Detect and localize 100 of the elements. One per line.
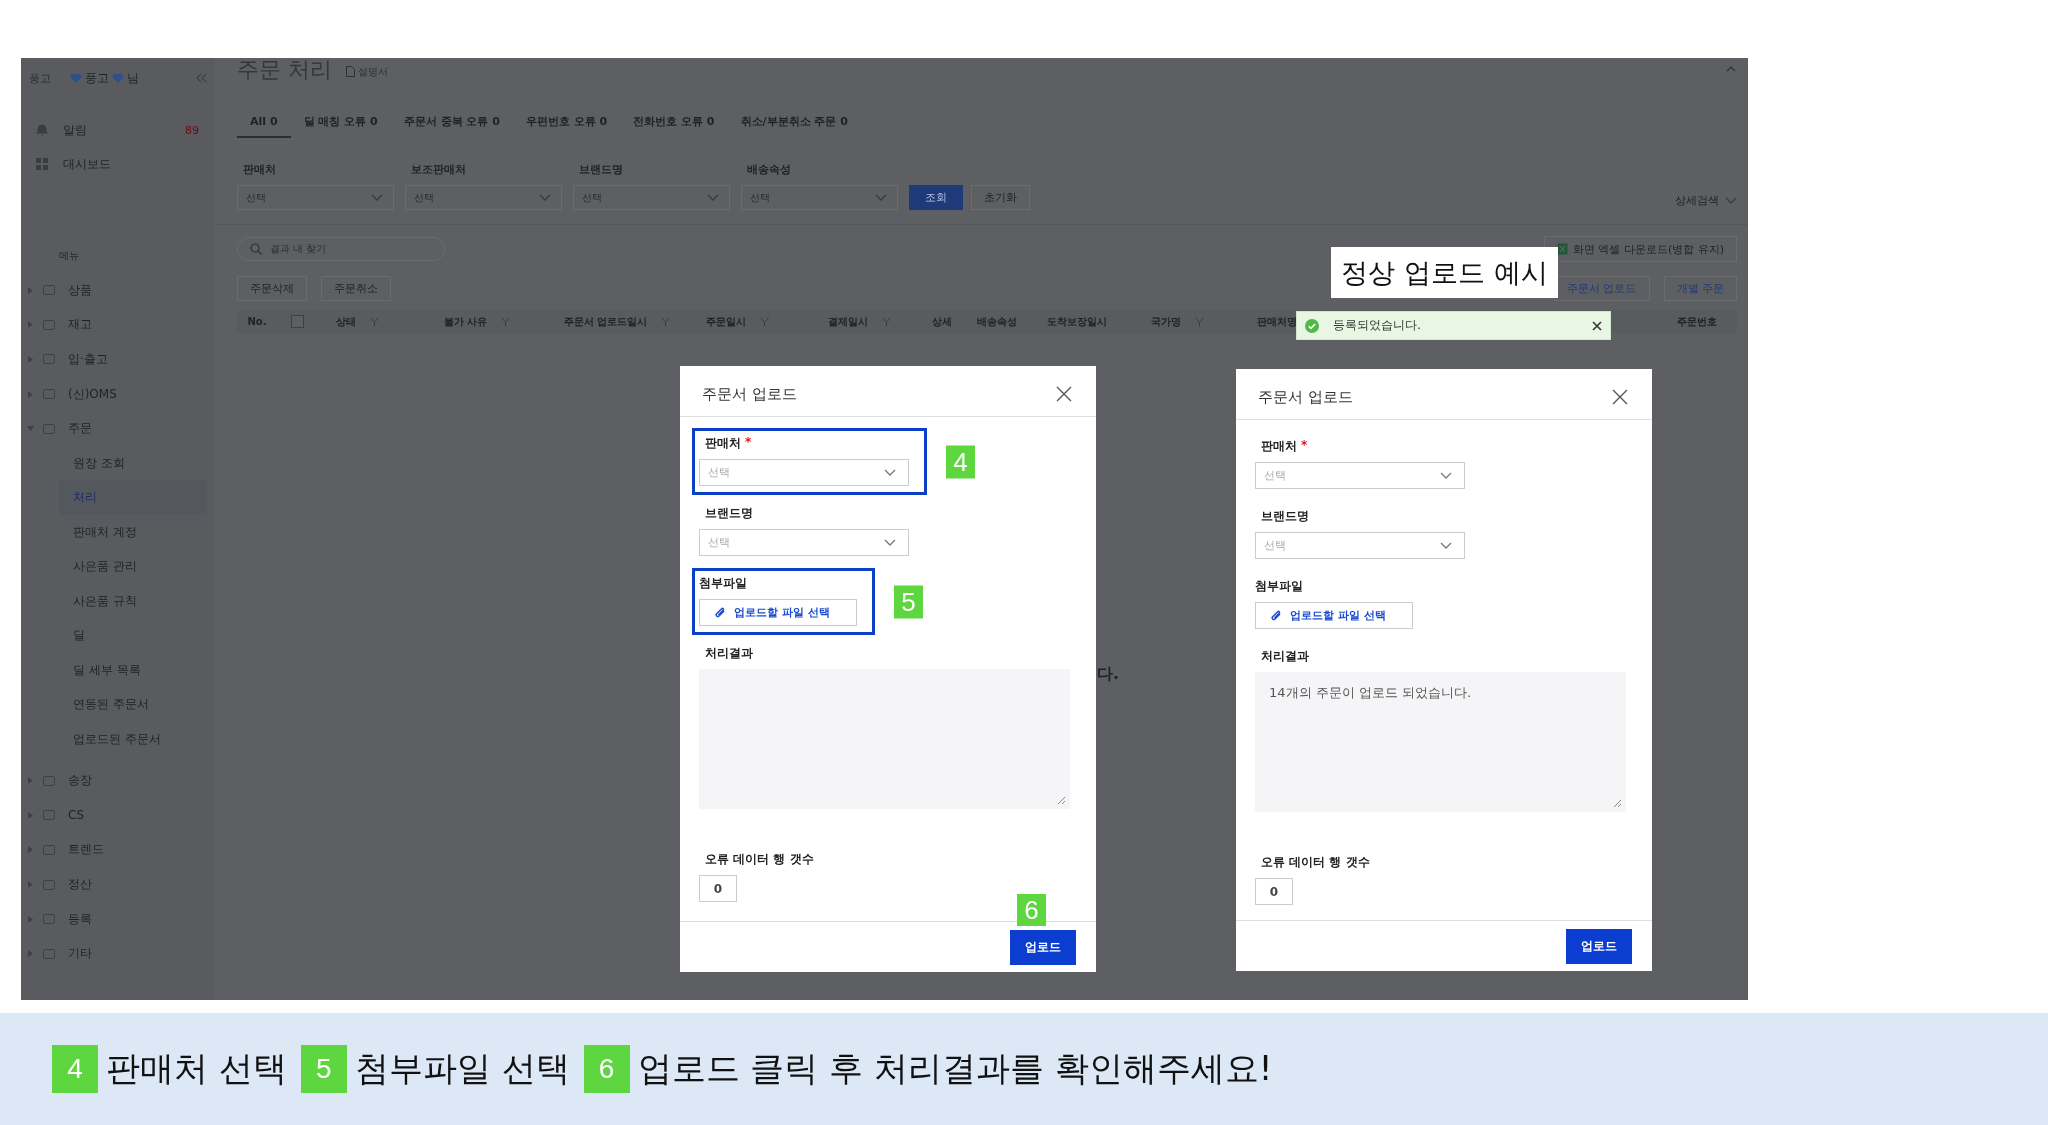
menu-item[interactable]: CS [21, 798, 215, 833]
square-icon [42, 946, 56, 961]
example-caption: 정상 업로드 예시 [1331, 247, 1558, 298]
grid-icon [35, 157, 49, 171]
tab[interactable]: All 0 [237, 108, 291, 138]
heart-icon [112, 72, 124, 84]
sidebar-item[interactable]: 알림 89 [21, 113, 215, 147]
select-field[interactable]: 선택 [699, 529, 909, 556]
select-field[interactable]: 선택 [1255, 462, 1465, 489]
file-select-button[interactable]: 업로드할 파일 선택 [1255, 602, 1413, 629]
required-mark: * [745, 435, 752, 451]
square-icon [42, 317, 56, 332]
menu-item[interactable]: 트렌드 [21, 832, 215, 868]
chevron-down-icon [1440, 471, 1452, 480]
select-field[interactable]: 선택 [1255, 532, 1465, 559]
field-label: 처리결과 [705, 645, 753, 662]
tab[interactable]: 딜 매칭 오류 0 [290, 108, 391, 138]
menu-item[interactable]: (신)OMS [21, 376, 215, 412]
tab[interactable]: 주문서 중복 오류 0 [390, 108, 513, 138]
dialog-title: 주문서 업로드 [1258, 387, 1353, 407]
search-icon [250, 243, 262, 255]
column-header: 상태 [335, 314, 356, 329]
resize-handle-icon [1057, 796, 1066, 805]
column-header: 상세 [932, 314, 952, 329]
column-header: No. [247, 316, 267, 327]
menu-item[interactable]: 송장 [21, 763, 215, 799]
caret-right-icon [27, 846, 34, 854]
square-icon [42, 877, 56, 892]
user-name: 풍고 [85, 69, 109, 87]
result-text-area[interactable] [699, 669, 1070, 809]
caret-right-icon [27, 881, 34, 889]
step-badge: 4 [52, 1045, 98, 1093]
tab[interactable]: 취소/부분취소 주문 0 [727, 108, 861, 138]
tab[interactable]: 우편번호 오류 0 [512, 108, 621, 138]
instruction-text: 업로드 클릭 후 처리결과를 확인해주세요! [637, 1047, 1273, 1090]
field-label: 판매처 [1261, 438, 1297, 455]
action-button[interactable]: 주문취소 [321, 276, 391, 301]
step-badge: 4 [946, 445, 975, 478]
action-button[interactable]: 주문삭제 [237, 276, 307, 301]
chevron-down-icon [371, 193, 383, 202]
submenu-item[interactable]: 사은품 관리 [59, 549, 206, 584]
caret-right-icon [27, 915, 34, 923]
column-header: 불가 사유 [443, 314, 488, 329]
toast-message: 등록되었습니다. [1333, 317, 1421, 334]
chevron-down-icon [884, 538, 896, 547]
field-label: 브랜드명 [705, 505, 753, 522]
square-icon [42, 912, 56, 927]
menu-item[interactable]: 등록 [21, 901, 215, 937]
close-icon [1612, 389, 1628, 405]
field-label: 오류 데이터 행 갯수 [705, 851, 814, 868]
upload-button[interactable]: 업로드 [1566, 928, 1632, 964]
field-label: 첨부파일 [699, 575, 747, 592]
resize-handle-icon [1613, 799, 1622, 808]
column-header: 주문일시 [705, 314, 746, 329]
submenu-item[interactable]: 사은품 규칙 [59, 583, 206, 619]
chevron-down-icon [707, 193, 719, 202]
caret-right-icon [27, 286, 34, 294]
field-label: 오류 데이터 행 갯수 [1261, 854, 1370, 871]
caret-right-icon [27, 390, 34, 398]
square-icon [42, 773, 56, 788]
search-button[interactable]: 조회 [909, 185, 963, 210]
chevron-down-icon [539, 193, 551, 202]
document-icon [346, 66, 355, 77]
column-header: 국가명 [1150, 314, 1181, 329]
collapse-icon [195, 73, 207, 83]
number-field[interactable]: 0 [1255, 878, 1293, 905]
caret-down-icon [27, 425, 34, 433]
file-select-button[interactable]: 업로드할 파일 선택 [699, 599, 857, 626]
tab[interactable]: 전화번호 오류 0 [620, 108, 728, 138]
check-circle-icon [1305, 318, 1319, 333]
submenu-item[interactable]: 처리 [59, 480, 206, 515]
chevron-down-icon [884, 468, 896, 477]
instruction-text: 판매처 선택 [106, 1047, 287, 1090]
column-header: 도착보장일시 [1047, 314, 1107, 329]
dialog-title: 주문서 업로드 [702, 384, 797, 404]
column-header: 결제일시 [828, 314, 868, 329]
paperclip-icon [714, 606, 726, 619]
upload-button[interactable]: 업로드 [1010, 929, 1076, 965]
select-field[interactable]: 선택 [699, 459, 909, 486]
column-header: 판매처명 [1257, 314, 1297, 329]
number-field[interactable]: 0 [699, 875, 737, 902]
chevron-down-icon [1440, 541, 1452, 550]
instruction-text: 첨부파일 선택 [354, 1047, 570, 1090]
filter-label: 판매처 [242, 162, 277, 177]
result-text-area[interactable]: 14개의 주문이 업로드 되었습니다. [1255, 672, 1626, 812]
detail-search-link[interactable]: 상세검색 [1675, 193, 1737, 208]
menu-item[interactable]: 입·출고 [21, 342, 215, 377]
bell-icon [35, 123, 49, 137]
heart-icon [70, 72, 82, 84]
column-header: 주문번호 [1677, 314, 1717, 329]
checkbox[interactable] [290, 315, 304, 328]
empty-message: 다. [1097, 664, 1120, 685]
menu-item[interactable]: 상품 [21, 273, 215, 308]
reset-button[interactable]: 초기화 [971, 185, 1030, 210]
sidebar-item[interactable]: 대시보드 [21, 147, 215, 181]
step-badge: 6 [583, 1045, 630, 1093]
square-icon [42, 352, 56, 367]
menu-item[interactable]: 재고 [21, 307, 215, 343]
square-icon [42, 387, 56, 402]
column-header: 배송속성 [977, 314, 1017, 329]
